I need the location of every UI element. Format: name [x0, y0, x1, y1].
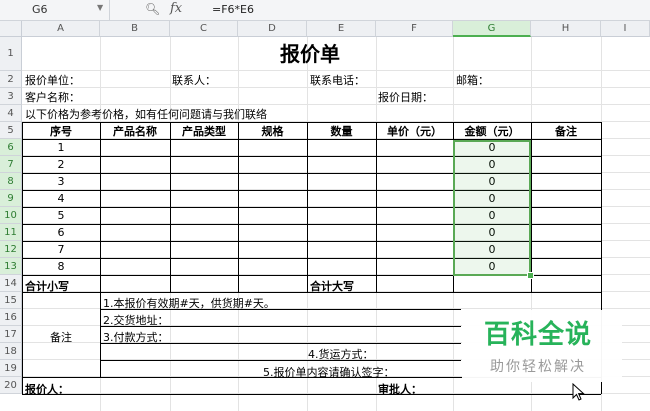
header-product-name[interactable]: 产品名称	[100, 125, 170, 138]
customer-label[interactable]: 客户名称：	[25, 91, 80, 104]
header-quantity[interactable]: 数量	[307, 125, 376, 138]
quote-date-label[interactable]: 报价日期：	[378, 91, 433, 104]
table-border-v	[601, 122, 602, 292]
column-header-d[interactable]: D	[238, 21, 307, 37]
row-header-11[interactable]: 11	[0, 224, 22, 241]
row-header-2[interactable]: 2	[0, 71, 22, 88]
formula-input[interactable]: =F6*E6	[212, 3, 254, 16]
approver-label[interactable]: 审批人：	[378, 383, 422, 396]
select-all-corner[interactable]	[0, 21, 22, 37]
item-serial[interactable]: 6	[22, 226, 100, 239]
row-header-19[interactable]: 19	[0, 360, 22, 377]
remark-line-5[interactable]: 5.报价单内容请确认签字：	[263, 366, 395, 379]
table-border-h	[22, 122, 601, 123]
row-header-8[interactable]: 8	[0, 173, 22, 190]
row-header-14[interactable]: 14	[0, 275, 22, 292]
row-header-6[interactable]: 6	[0, 139, 22, 156]
selected-range[interactable]	[453, 140, 531, 276]
row-header-16[interactable]: 16	[0, 309, 22, 326]
header-spec[interactable]: 规格	[238, 125, 307, 138]
row-header-20[interactable]: 20	[0, 377, 22, 394]
reference-note[interactable]: 以下价格为参考价格，如有任何问题请与我们联络	[25, 108, 267, 121]
fx-icon[interactable]: fx	[170, 1, 182, 16]
gridline-h	[22, 70, 650, 71]
item-serial[interactable]: 2	[22, 158, 100, 171]
table-border-v	[531, 122, 532, 292]
formula-bar: G6 ▼ 🔍︎ fx =F6*E6	[0, 0, 650, 21]
row-header-5[interactable]: 5	[0, 122, 22, 139]
watermark-title: 百科全说	[484, 320, 593, 350]
row-header-3[interactable]: 3	[0, 88, 22, 105]
subtotal-lower-label[interactable]: 合计小写	[25, 280, 69, 293]
row-header-17[interactable]: 17	[0, 326, 22, 343]
row-header-13[interactable]: 13	[0, 258, 22, 275]
magnifier-icon[interactable]: 🔍︎	[145, 2, 160, 16]
name-box-value: G6	[32, 3, 48, 16]
table-border-v	[100, 122, 101, 292]
column-header-g[interactable]: G	[453, 21, 531, 37]
subtotal-upper-label[interactable]: 合计大写	[310, 280, 354, 293]
table-border-v	[238, 122, 239, 292]
table-border-v	[376, 122, 377, 292]
column-header-h[interactable]: H	[531, 21, 601, 37]
row-header-18[interactable]: 18	[0, 343, 22, 360]
remark-line-1[interactable]: 1.本报价有效期#天，供货期#天。	[103, 297, 275, 310]
row-header-9[interactable]: 9	[0, 190, 22, 207]
row-header-12[interactable]: 12	[0, 241, 22, 258]
item-serial[interactable]: 1	[22, 141, 100, 154]
chevron-down-icon[interactable]: ▼	[97, 3, 103, 12]
column-header-e[interactable]: E	[307, 21, 376, 37]
row-header-7[interactable]: 7	[0, 156, 22, 173]
watermark-logo: 百科全说 助你轻松解决	[462, 310, 622, 382]
table-border-h	[100, 360, 461, 361]
name-box[interactable]: G6 ▼	[0, 0, 110, 20]
column-header-a[interactable]: A	[22, 21, 100, 37]
header-serial[interactable]: 序号	[22, 125, 100, 138]
header-unit-price[interactable]: 单价（元）	[376, 125, 453, 138]
quoter-label[interactable]: 报价人：	[25, 383, 69, 396]
quote-unit-label[interactable]: 报价单位：	[25, 74, 80, 87]
remark-line-2[interactable]: 2.交货地址：	[103, 314, 169, 327]
table-border-v	[100, 292, 101, 377]
table-border-h	[22, 394, 601, 395]
table-border-v	[170, 122, 171, 292]
remarks-label[interactable]: 备注	[22, 331, 100, 344]
header-remarks[interactable]: 备注	[531, 125, 601, 138]
remark-line-3[interactable]: 3.付款方式：	[103, 331, 169, 344]
gridline-h	[22, 104, 650, 105]
header-product-type[interactable]: 产品类型	[170, 125, 238, 138]
row-header-4[interactable]: 4	[0, 105, 22, 122]
table-border-v	[22, 377, 23, 394]
column-header-i[interactable]: I	[601, 21, 650, 37]
mouse-cursor-icon	[572, 383, 585, 401]
item-serial[interactable]: 8	[22, 260, 100, 273]
item-serial[interactable]: 3	[22, 175, 100, 188]
email-label[interactable]: 邮箱：	[456, 74, 489, 87]
phone-label[interactable]: 联系电话：	[310, 74, 365, 87]
gridline-h	[22, 87, 650, 88]
item-serial[interactable]: 4	[22, 192, 100, 205]
row-header-15[interactable]: 15	[0, 292, 22, 309]
column-header-b[interactable]: B	[100, 21, 170, 37]
item-serial[interactable]: 7	[22, 243, 100, 256]
table-border-v	[307, 122, 308, 292]
sheet-title[interactable]: 报价单	[170, 39, 450, 69]
row-header-1[interactable]: 1	[0, 37, 22, 71]
fill-handle[interactable]	[527, 272, 534, 279]
column-header-c[interactable]: C	[170, 21, 238, 37]
remark-line-4[interactable]: 4.货运方式：	[308, 348, 374, 361]
contact-label[interactable]: 联系人：	[172, 74, 216, 87]
item-serial[interactable]: 5	[22, 209, 100, 222]
row-header-10[interactable]: 10	[0, 207, 22, 224]
watermark-subtitle: 助你轻松解决	[490, 359, 586, 375]
header-amount[interactable]: 金额（元）	[453, 125, 531, 138]
column-header-f[interactable]: F	[376, 21, 453, 37]
